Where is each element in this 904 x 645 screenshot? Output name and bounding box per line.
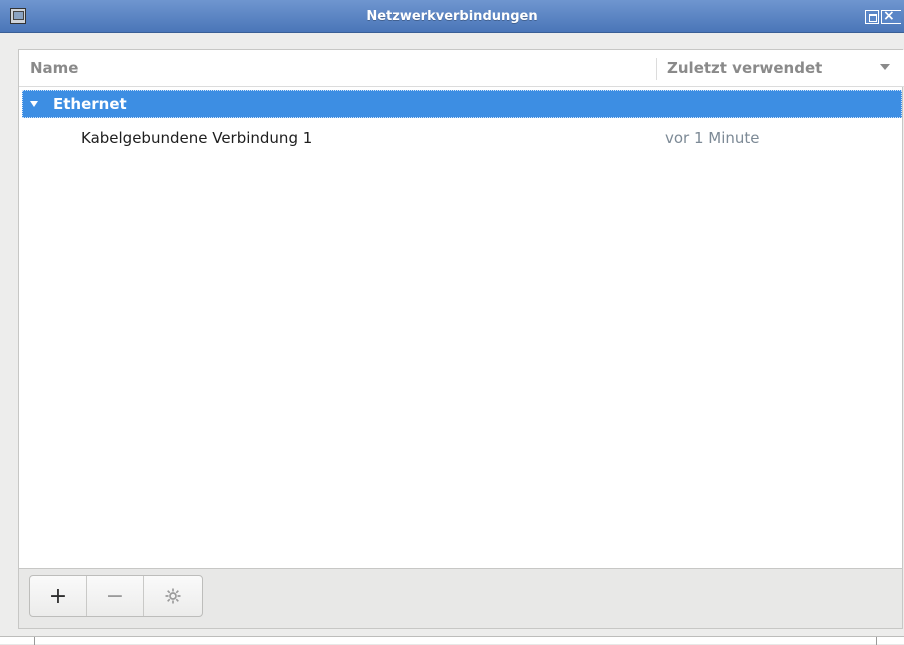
column-separator (656, 58, 657, 80)
titlebar[interactable]: Netzwerkverbindungen (0, 0, 904, 33)
connection-row[interactable]: Kabelgebundene Verbindung 1 vor 1 Minute (19, 122, 904, 154)
group-label: Ethernet (53, 95, 127, 113)
connections-list: Name Zuletzt verwendet Ethernet Kabelgeb… (18, 49, 904, 569)
column-header-row: Name Zuletzt verwendet (19, 50, 904, 87)
connection-name: Kabelgebundene Verbindung 1 (81, 129, 313, 147)
column-header-last-used[interactable]: Zuletzt verwendet (667, 50, 822, 86)
gear-icon (165, 588, 181, 604)
close-icon[interactable] (881, 8, 901, 24)
add-connection-button[interactable]: + (30, 576, 87, 616)
toolbar-button-group: + − (29, 575, 203, 617)
status-strip (0, 636, 904, 645)
window-title: Netzwerkverbindungen (366, 9, 538, 24)
group-row-ethernet[interactable]: Ethernet (22, 90, 902, 118)
maximize-icon[interactable] (865, 10, 879, 24)
sort-descending-icon[interactable] (880, 64, 890, 70)
network-connections-window: Netzwerkverbindungen Name Zuletzt verwen… (0, 0, 904, 645)
settings-button[interactable] (144, 576, 202, 616)
connection-last-used: vor 1 Minute (665, 129, 760, 147)
expander-down-icon[interactable] (30, 101, 38, 107)
list-toolbar: + − (18, 569, 903, 629)
column-header-name[interactable]: Name (30, 50, 78, 86)
remove-connection-button[interactable]: − (87, 576, 144, 616)
